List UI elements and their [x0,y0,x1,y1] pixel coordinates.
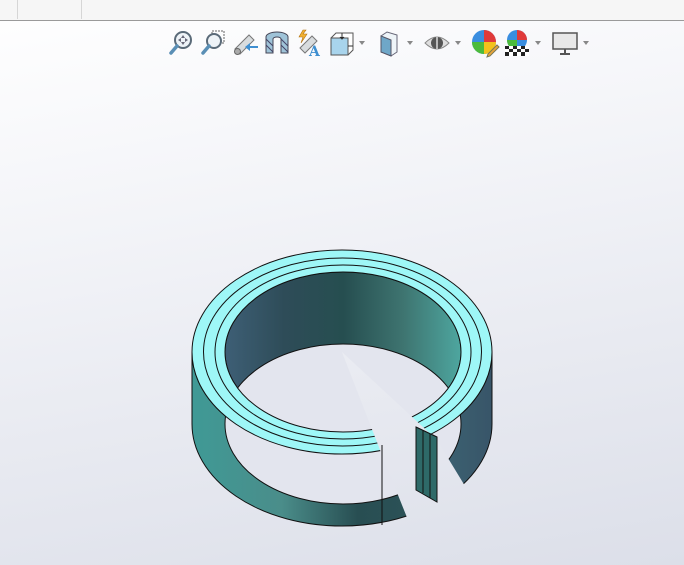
split-ring-model[interactable] [191,249,493,527]
graphics-area[interactable] [0,0,684,565]
